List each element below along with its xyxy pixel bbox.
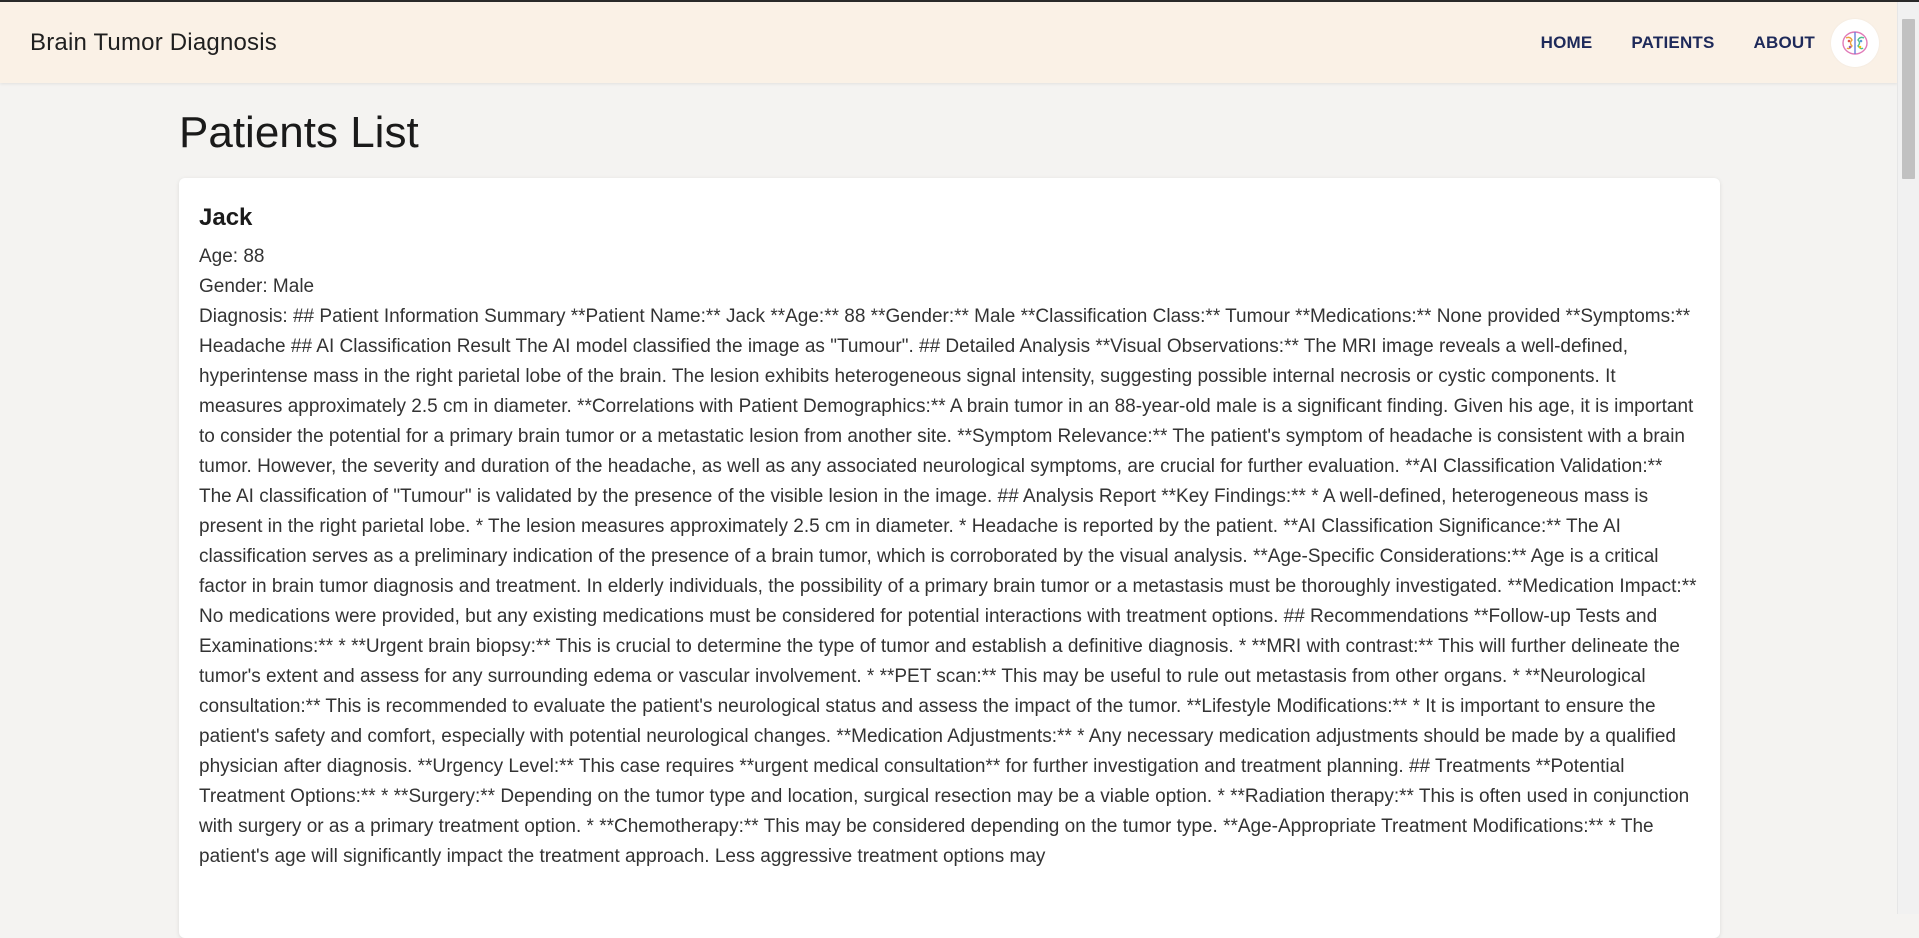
scrollbar-thumb[interactable] (1902, 19, 1915, 179)
nav-links: HOME PATIENTS ABOUT (1541, 2, 1898, 83)
top-navbar: Brain Tumor Diagnosis HOME PATIENTS ABOU… (0, 2, 1898, 83)
page-title: Patients List (179, 108, 419, 157)
app-brand-title[interactable]: Brain Tumor Diagnosis (30, 29, 277, 57)
avatar[interactable] (1831, 18, 1879, 67)
patient-name: Jack (199, 204, 253, 231)
patient-diagnosis: Diagnosis: ## Patient Information Summar… (199, 306, 1697, 867)
patient-gender: Gender: Male (199, 276, 315, 297)
nav-patients-link[interactable]: PATIENTS (1631, 33, 1714, 53)
patient-age: Age: 88 (199, 246, 265, 267)
nav-about-link[interactable]: ABOUT (1754, 33, 1815, 53)
patient-card: Jack Age: 88 Gender: Male Diagnosis: ## … (179, 178, 1720, 938)
nav-home-link[interactable]: HOME (1541, 33, 1593, 53)
page-scrollbar[interactable] (1897, 2, 1919, 914)
brain-logo-icon (1842, 30, 1868, 55)
